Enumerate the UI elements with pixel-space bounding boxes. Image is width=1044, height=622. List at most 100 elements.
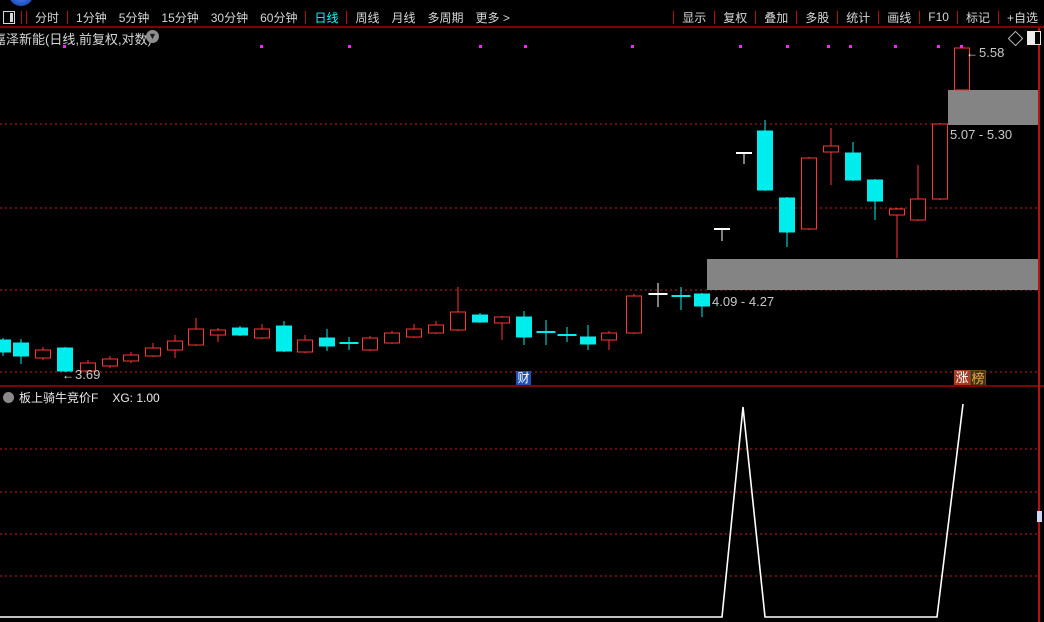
price-annotation: 4.09 - 4.27 bbox=[712, 294, 774, 309]
candle-body bbox=[801, 157, 817, 230]
candle-body bbox=[494, 316, 510, 324]
candle-body bbox=[123, 354, 139, 362]
panel-divider[interactable] bbox=[0, 385, 1044, 387]
tool-button-叠加[interactable]: 叠加 bbox=[758, 9, 794, 26]
cai-event-badge[interactable]: 财 bbox=[516, 371, 531, 386]
signal-line bbox=[0, 403, 964, 618]
scrollbar-thumb[interactable] bbox=[1037, 511, 1042, 522]
app-logo-icon bbox=[9, 0, 33, 6]
price-annotation-text: 4.09 - 4.27 bbox=[712, 294, 775, 309]
candle-body bbox=[188, 328, 204, 346]
suspension-box bbox=[707, 259, 1039, 290]
arrow-icon: ← bbox=[966, 46, 978, 60]
menu-item-月线[interactable]: 月线 bbox=[386, 9, 422, 26]
menu-item-60分钟[interactable]: 60分钟 bbox=[254, 9, 303, 26]
tool-button-复权[interactable]: 复权 bbox=[717, 9, 753, 26]
menu-separator bbox=[673, 10, 675, 24]
candle-body bbox=[757, 130, 773, 191]
split-view-icon[interactable] bbox=[1027, 31, 1041, 45]
price-annotation: ←3.69 bbox=[62, 367, 100, 382]
candle-body bbox=[694, 293, 710, 307]
tool-button-多股[interactable]: 多股 bbox=[799, 9, 835, 26]
event-marker-dot bbox=[894, 45, 897, 48]
candle-body bbox=[384, 332, 400, 344]
menu-item-5分钟[interactable]: 5分钟 bbox=[113, 9, 156, 26]
candle-body bbox=[406, 328, 422, 338]
candle-body bbox=[297, 339, 313, 353]
tool-button-统计[interactable]: 统计 bbox=[840, 9, 876, 26]
zhang-badge-char: 涨 bbox=[954, 370, 970, 386]
candle-body bbox=[932, 123, 948, 200]
menu-item-分时[interactable]: 分时 bbox=[29, 9, 65, 26]
candle-body bbox=[580, 336, 596, 345]
price-annotation: ←5.58 bbox=[966, 45, 1004, 60]
price-annotation-text: 5.58 bbox=[979, 45, 1005, 60]
price-annotation-text: 5.07 - 5.30 bbox=[950, 127, 1013, 142]
indicator-cycle-icon[interactable] bbox=[3, 392, 14, 403]
app-window: 分时 1分钟 5分钟 15分钟 30分钟 60分钟 日线 周线 月线 多周期 更多 > 显示 复权 叠加… bbox=[0, 0, 1044, 622]
candle-body bbox=[362, 337, 378, 351]
menu-item-30分钟[interactable]: 30分钟 bbox=[205, 9, 254, 26]
candle-body bbox=[450, 311, 466, 331]
menu-separator bbox=[346, 10, 348, 24]
candle-body bbox=[889, 208, 905, 216]
window-panel-icon[interactable] bbox=[3, 10, 15, 24]
period-toolbar: 分时 1分钟 5分钟 15分钟 30分钟 60分钟 日线 周线 月线 多周期 更多 > 显示 复权 叠加… bbox=[0, 8, 1044, 28]
chevron-down-icon[interactable]: ▼ bbox=[146, 30, 159, 43]
arrow-icon: ← bbox=[62, 368, 74, 382]
candle-body bbox=[779, 197, 795, 233]
period-menu: 分时 1分钟 5分钟 15分钟 30分钟 60分钟 日线 周线 月线 多周期 更多 > bbox=[0, 8, 516, 26]
event-marker-dot bbox=[631, 45, 634, 48]
menu-item-更多 >[interactable]: 更多 > bbox=[470, 9, 516, 26]
indicator-header: 板上骑牛竞价F XG: 1.00 bbox=[0, 390, 160, 405]
tool-button-+自选[interactable]: +自选 bbox=[1001, 9, 1044, 26]
event-marker-dot bbox=[739, 45, 742, 48]
candle-body bbox=[254, 328, 270, 339]
price-chart-canvas bbox=[0, 45, 1039, 618]
zhangbang-event-badge[interactable]: 涨 榜 bbox=[954, 370, 986, 386]
event-marker-dot bbox=[524, 45, 527, 48]
menu-item-1分钟[interactable]: 1分钟 bbox=[70, 9, 113, 26]
price-annotation-text: 3.69 bbox=[75, 367, 101, 382]
menu-separator bbox=[956, 10, 958, 24]
menu-item-周线[interactable]: 周线 bbox=[349, 9, 385, 26]
suspension-box bbox=[948, 90, 1039, 125]
candle-body bbox=[319, 337, 335, 347]
candle-body bbox=[867, 179, 883, 202]
candle-body bbox=[626, 295, 642, 334]
event-marker-dot bbox=[786, 45, 789, 48]
menu-separator bbox=[997, 10, 999, 24]
candle-body bbox=[210, 329, 226, 336]
event-marker-dot bbox=[479, 45, 482, 48]
window-top-strip bbox=[0, 0, 1044, 8]
tool-button-显示[interactable]: 显示 bbox=[676, 9, 712, 26]
candle-body bbox=[35, 349, 51, 359]
menu-separator bbox=[796, 10, 798, 24]
right-frame-border bbox=[1038, 26, 1040, 622]
chart-title-row: 嘉泽新能(日线,前复权,对数) ▼ bbox=[0, 28, 1044, 47]
menu-separator bbox=[67, 10, 69, 24]
candle-body bbox=[910, 198, 926, 221]
tool-button-画线[interactable]: 画线 bbox=[881, 9, 917, 26]
indicator-name[interactable]: 板上骑牛竞价F bbox=[19, 389, 98, 406]
tool-button-标记[interactable]: 标记 bbox=[960, 9, 996, 26]
menu-separator bbox=[755, 10, 757, 24]
candle-body bbox=[0, 339, 11, 353]
candle-body bbox=[601, 332, 617, 341]
candle-body bbox=[472, 314, 488, 323]
menu-item-日线[interactable]: 日线 bbox=[308, 9, 344, 26]
tool-button-F10[interactable]: F10 bbox=[922, 10, 955, 24]
candle-body bbox=[167, 340, 183, 351]
candle-body bbox=[516, 316, 532, 338]
menu-item-15分钟[interactable]: 15分钟 bbox=[155, 9, 204, 26]
event-marker-dot bbox=[849, 45, 852, 48]
candle-body bbox=[145, 347, 161, 357]
event-marker-dot bbox=[937, 45, 940, 48]
event-marker-dot bbox=[348, 45, 351, 48]
event-marker-dot bbox=[827, 45, 830, 48]
menu-separator bbox=[26, 10, 27, 24]
menu-item-多周期[interactable]: 多周期 bbox=[422, 9, 470, 26]
stock-title: 嘉泽新能(日线,前复权,对数) bbox=[0, 32, 152, 47]
candle-body bbox=[823, 145, 839, 153]
bang-badge-char: 榜 bbox=[970, 370, 986, 386]
